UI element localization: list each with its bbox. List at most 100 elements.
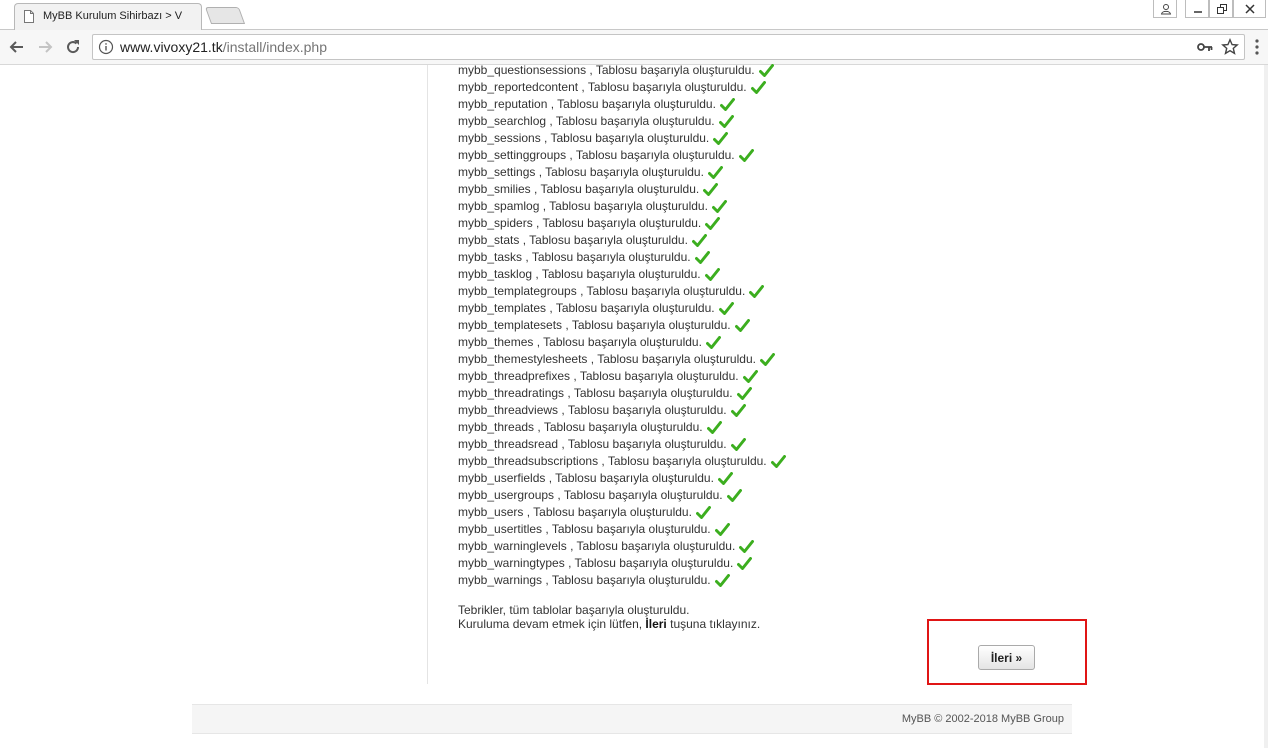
table-row: mybb_users , Tablosu başarıyla oluşturul… (458, 504, 1078, 521)
check-icon (713, 132, 729, 145)
forward-arrow-icon[interactable] (36, 38, 54, 56)
check-icon (694, 251, 710, 264)
table-name: mybb_warnings (458, 573, 543, 587)
table-row: mybb_threadsubscriptions , Tablosu başar… (458, 453, 1078, 470)
table-name: mybb_warninglevels (458, 539, 567, 553)
table-name: mybb_spamlog (458, 199, 540, 213)
check-icon (737, 557, 753, 570)
check-icon (730, 438, 746, 451)
table-status-text: , Tablosu başarıyla oluşturuldu. (532, 216, 702, 230)
page-viewport: mybb_questionsessions , Tablosu başarıyl… (0, 62, 1268, 748)
tab-title: MyBB Kurulum Sihirbazı > V (43, 10, 183, 22)
table-status-text: , Tablosu başarıyla oluşturuldu. (587, 352, 756, 366)
table-status-text: , Tablosu başarıyla oluşturuldu. (546, 114, 715, 128)
table-row: mybb_tasklog , Tablosu başarıyla oluştur… (458, 266, 1078, 283)
table-row: mybb_threadviews , Tablosu başarıyla olu… (458, 402, 1078, 419)
check-icon (750, 81, 766, 94)
table-status-text: , Tablosu başarıyla oluşturuldu. (523, 505, 692, 519)
star-icon[interactable] (1221, 38, 1239, 56)
table-name: mybb_questionsessions (458, 63, 587, 77)
table-status-text: , Tablosu başarıyla oluşturuldu. (570, 369, 739, 383)
check-icon (718, 302, 734, 315)
close-window-button[interactable] (1233, 0, 1266, 18)
browser-tab[interactable]: MyBB Kurulum Sihirbazı > V (14, 3, 202, 30)
table-name: mybb_warningtypes (458, 556, 565, 570)
table-name: mybb_themes (458, 335, 534, 349)
page-icon (24, 10, 34, 23)
table-row: mybb_settinggroups , Tablosu başarıyla o… (458, 147, 1078, 164)
table-status-text: , Tablosu başarıyla oluşturuldu. (562, 318, 731, 332)
table-row: mybb_reputation , Tablosu başarıyla oluş… (458, 96, 1078, 113)
table-name: mybb_userfields (458, 471, 546, 485)
profile-button[interactable] (1153, 0, 1177, 18)
table-name: mybb_sessions (458, 131, 541, 145)
check-icon (759, 353, 775, 366)
footer: MyBB © 2002-2018 MyBB Group (192, 704, 1072, 734)
browser-tab-strip: MyBB Kurulum Sihirbazı > V (0, 0, 1268, 30)
minimize-icon (1194, 11, 1202, 13)
table-status-text: , Tablosu başarıyla oluşturuldu. (530, 182, 700, 196)
table-name: mybb_settings (458, 165, 536, 179)
scrollbar[interactable] (1264, 65, 1268, 748)
new-tab-button[interactable] (204, 7, 246, 24)
table-name: mybb_reputation (458, 97, 548, 111)
table-status-text: , Tablosu başarıyla oluşturuldu. (535, 165, 704, 179)
continue-text: Kuruluma devam etmek için lütfen, (458, 617, 646, 631)
table-row: mybb_templates , Tablosu başarıyla oluşt… (458, 300, 1078, 317)
table-row: mybb_templategroups , Tablosu başarıyla … (458, 283, 1078, 300)
browser-toolbar: www.vivoxy21.tk/install/index.php (0, 30, 1268, 65)
table-row: mybb_threadprefixes , Tablosu başarıyla … (458, 368, 1078, 385)
table-row: mybb_themes , Tablosu başarıyla oluşturu… (458, 334, 1078, 351)
check-icon (717, 472, 733, 485)
reload-icon[interactable] (64, 38, 82, 56)
url-text: www.vivoxy21.tk/install/index.php (120, 39, 327, 55)
close-icon (1245, 4, 1255, 14)
table-row: mybb_smilies , Tablosu başarıyla oluştur… (458, 181, 1078, 198)
check-icon (736, 387, 752, 400)
table-status-text: , Tablosu başarıyla oluşturuldu. (547, 97, 716, 111)
url-host: www.vivoxy21.tk (120, 39, 223, 55)
table-row: mybb_threads , Tablosu başarıyla oluştur… (458, 419, 1078, 436)
restore-button[interactable] (1209, 0, 1233, 18)
check-icon (742, 370, 758, 383)
table-status-text: , Tablosu başarıyla oluşturuldu. (586, 63, 755, 77)
table-name: mybb_threadsubscriptions (458, 454, 599, 468)
table-name: mybb_tasks (458, 250, 523, 264)
check-icon (706, 421, 722, 434)
continue-keyword: İleri (645, 617, 667, 631)
table-row: mybb_threadratings , Tablosu başarıyla o… (458, 385, 1078, 402)
copyright-text: MyBB © 2002-2018 MyBB Group (901, 713, 1064, 725)
table-row: mybb_themestylesheets , Tablosu başarıyl… (458, 351, 1078, 368)
table-row: mybb_usergroups , Tablosu başarıyla oluş… (458, 487, 1078, 504)
menu-icon[interactable] (1254, 39, 1260, 55)
next-button[interactable]: İleri » (978, 645, 1035, 670)
table-row: mybb_templatesets , Tablosu başarıyla ol… (458, 317, 1078, 334)
table-name: mybb_threadsread (458, 437, 559, 451)
table-status-text: , Tablosu başarıyla oluşturuldu. (542, 522, 711, 536)
table-name: mybb_smilies (458, 182, 531, 196)
check-icon (711, 200, 727, 213)
table-status-text: , Tablosu başarıyla oluşturuldu. (533, 335, 702, 349)
continue-text-end: tuşuna tıklayınız. (666, 617, 761, 631)
table-row: mybb_warningtypes , Tablosu başarıyla ol… (458, 555, 1078, 572)
table-name: mybb_reportedcontent (458, 80, 579, 94)
user-icon (1160, 4, 1172, 15)
table-row: mybb_sessions , Tablosu başarıyla oluştu… (458, 130, 1078, 147)
table-status-text: , Tablosu başarıyla oluşturuldu. (519, 233, 688, 247)
info-icon[interactable] (98, 39, 114, 55)
address-bar[interactable]: www.vivoxy21.tk/install/index.php (92, 34, 1245, 60)
table-name: mybb_themestylesheets (458, 352, 588, 366)
check-icon (704, 268, 720, 281)
check-icon (749, 285, 765, 298)
table-row: mybb_usertitles , Tablosu başarıyla oluş… (458, 521, 1078, 538)
key-icon[interactable] (1197, 41, 1213, 53)
table-row: mybb_warninglevels , Tablosu başarıyla o… (458, 538, 1078, 555)
minimize-button[interactable] (1185, 0, 1209, 18)
back-arrow-icon[interactable] (8, 38, 26, 56)
check-icon (730, 404, 746, 417)
check-icon (758, 64, 774, 77)
check-icon (705, 336, 721, 349)
install-content: mybb_questionsessions , Tablosu başarıyl… (458, 62, 1078, 631)
table-name: mybb_templategroups (458, 284, 577, 298)
table-name: mybb_templates (458, 301, 547, 315)
